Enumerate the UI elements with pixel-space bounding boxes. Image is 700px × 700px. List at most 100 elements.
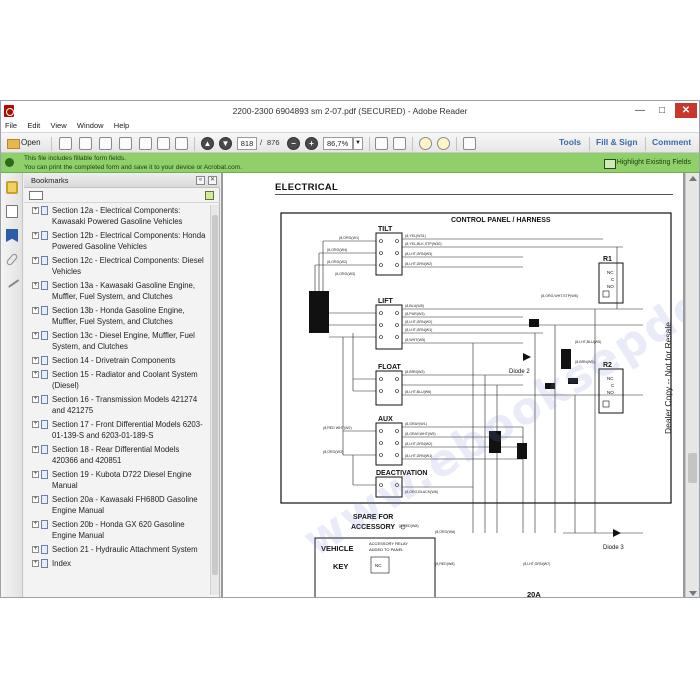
menu-window[interactable]: Window xyxy=(77,121,104,130)
expand-icon[interactable]: + xyxy=(32,521,39,528)
signature-icon[interactable] xyxy=(4,274,20,288)
bookmark-item[interactable]: + Section 13a - Kawasaki Gasoline Engine,… xyxy=(24,280,210,302)
email-icon[interactable] xyxy=(175,137,188,150)
expand-icon[interactable]: + xyxy=(32,371,39,378)
expand-icon[interactable]: + xyxy=(32,421,39,428)
bookmarks-icon[interactable] xyxy=(6,229,18,242)
menu-edit[interactable]: Edit xyxy=(27,121,40,130)
bookmark-label[interactable]: Section 18 - Rear Differential Models 42… xyxy=(52,445,179,465)
document-view[interactable]: ELECTRICAL CONTROL PANEL / HARNESS TILT … xyxy=(221,173,699,597)
zoom-dropdown-icon[interactable]: ▼ xyxy=(353,137,363,150)
highlight-icon[interactable] xyxy=(437,137,450,150)
save-icon[interactable] xyxy=(139,137,152,150)
comment-button[interactable]: Comment xyxy=(652,137,691,147)
zoom-input[interactable]: 86,7% xyxy=(323,137,353,150)
bookmark-item[interactable]: + Section 20a - Kawasaki FH680D Gasoline … xyxy=(24,494,210,516)
bookmark-label[interactable]: Section 12a - Electrical Components: Kaw… xyxy=(52,206,182,226)
cloud-upload-icon[interactable] xyxy=(119,137,132,150)
fill-sign-button[interactable]: Fill & Sign xyxy=(596,137,638,147)
expand-icon[interactable]: + xyxy=(32,546,39,553)
menu-file[interactable]: File xyxy=(5,121,17,130)
expand-icon[interactable] xyxy=(463,137,476,150)
bookmark-label[interactable]: Section 12b - Electrical Components: Hon… xyxy=(52,231,205,251)
edit-pdf-icon[interactable] xyxy=(79,137,92,150)
bookmark-label[interactable]: Section 20a - Kawasaki FH680D Gasoline E… xyxy=(52,495,198,515)
bookmarks-scrollbar[interactable] xyxy=(210,205,219,595)
expand-icon[interactable]: + xyxy=(32,471,39,478)
bookmark-label[interactable]: Section 17 - Front Differential Models 6… xyxy=(52,420,203,440)
bookmark-item[interactable]: + Section 16 - Transmission Models 421274… xyxy=(24,394,210,416)
document-scrollbar[interactable] xyxy=(685,173,699,597)
next-page-button[interactable]: ▼ xyxy=(219,137,232,150)
full-screen-icon[interactable] xyxy=(393,137,406,150)
bookmark-item[interactable]: + Section 12a - Electrical Components: Ka… xyxy=(24,205,210,227)
bookmark-label[interactable]: Section 15 - Radiator and Coolant System… xyxy=(52,370,198,390)
bookmark-item[interactable]: + Section 14 - Drivetrain Components xyxy=(24,355,210,366)
tools-button[interactable]: Tools xyxy=(559,137,581,147)
collapse-panel-icon[interactable]: « xyxy=(196,176,205,185)
notification-line1: This file includes fillable form fields. xyxy=(24,155,126,162)
menu-help[interactable]: Help xyxy=(114,121,129,130)
bookmark-label[interactable]: Index xyxy=(52,559,71,568)
bookmark-item[interactable]: + Section 19 - Kubota D722 Diesel Engine … xyxy=(24,469,210,491)
bookmark-label[interactable]: Section 13a - Kawasaki Gasoline Engine, … xyxy=(52,281,195,301)
scroll-up-arrow-icon[interactable] xyxy=(689,176,697,181)
comment-icon[interactable] xyxy=(419,137,432,150)
bookmark-item[interactable]: + Section 15 - Radiator and Coolant Syste… xyxy=(24,369,210,391)
expand-icon[interactable]: + xyxy=(32,282,39,289)
notification-line2: You can print the completed form and sav… xyxy=(24,164,242,171)
bookmark-page-icon xyxy=(41,370,48,379)
bookmark-label[interactable]: Section 20b - Honda GX 620 Gasoline Engi… xyxy=(52,520,185,540)
close-button[interactable]: ✕ xyxy=(675,103,697,118)
expand-icon[interactable]: + xyxy=(32,357,39,364)
previous-page-button[interactable]: ▲ xyxy=(201,137,214,150)
bookmark-label[interactable]: Section 13b - Honda Gasoline Engine, Muf… xyxy=(52,306,185,326)
relay-r1-c: C xyxy=(611,277,615,282)
close-panel-icon[interactable]: ✕ xyxy=(208,176,217,185)
scroll-down-arrow-icon[interactable] xyxy=(689,591,697,596)
zoom-out-button[interactable]: − xyxy=(287,137,300,150)
expand-icon[interactable]: + xyxy=(32,496,39,503)
bookmark-item[interactable]: + Section 13c - Diesel Engine, Muffler, F… xyxy=(24,330,210,352)
bookmark-label[interactable]: Section 12c - Electrical Components: Die… xyxy=(52,256,204,276)
page-thumbnails-icon[interactable] xyxy=(6,205,18,218)
print-icon[interactable] xyxy=(157,137,170,150)
attachment-icon[interactable] xyxy=(5,252,19,267)
bookmark-item[interactable]: + Index xyxy=(24,558,210,569)
expand-icon[interactable]: + xyxy=(32,257,39,264)
bookmark-item[interactable]: + Section 18 - Rear Differential Models 4… xyxy=(24,444,210,466)
sign-icon[interactable] xyxy=(99,137,112,150)
bookmark-label[interactable]: Section 21 - Hydraulic Attachment System xyxy=(52,545,198,554)
minimize-button[interactable]: — xyxy=(629,103,651,118)
expand-icon[interactable]: + xyxy=(32,560,39,567)
bookmark-label[interactable]: Section 19 - Kubota D722 Diesel Engine M… xyxy=(52,470,192,490)
zoom-in-button[interactable]: + xyxy=(305,137,318,150)
bookmark-item[interactable]: + Section 21 - Hydraulic Attachment Syste… xyxy=(24,544,210,555)
menu-view[interactable]: View xyxy=(51,121,67,130)
bookmark-label[interactable]: Section 13c - Diesel Engine, Muffler, Fu… xyxy=(52,331,195,351)
expand-icon[interactable]: + xyxy=(32,232,39,239)
highlight-fields-button[interactable]: Highlight Existing Fields xyxy=(603,159,691,169)
expand-icon[interactable]: + xyxy=(32,446,39,453)
bookmark-options-icon[interactable] xyxy=(29,191,43,200)
bookmark-item[interactable]: + Section 12b - Electrical Components: Ho… xyxy=(24,230,210,252)
expand-icon[interactable]: + xyxy=(32,207,39,214)
delete-bookmark-icon[interactable] xyxy=(205,191,214,200)
bookmark-item[interactable]: + Section 17 - Front Differential Models … xyxy=(24,419,210,441)
expand-icon[interactable]: + xyxy=(32,332,39,339)
fit-page-icon[interactable] xyxy=(375,137,388,150)
maximize-button[interactable]: □ xyxy=(651,103,673,118)
scrollbar-thumb[interactable] xyxy=(212,215,218,575)
create-pdf-icon[interactable] xyxy=(59,137,72,150)
bookmark-item[interactable]: + Section 12c - Electrical Components: Di… xyxy=(24,255,210,277)
expand-icon[interactable]: + xyxy=(32,307,39,314)
bookmark-item[interactable]: + Section 13b - Honda Gasoline Engine, Mu… xyxy=(24,305,210,327)
page-number-input[interactable]: 818 xyxy=(237,137,257,150)
open-button[interactable]: Open xyxy=(5,136,45,150)
bookmark-label[interactable]: Section 16 - Transmission Models 421274 … xyxy=(52,395,197,415)
expand-icon[interactable]: + xyxy=(32,396,39,403)
lock-icon[interactable] xyxy=(6,181,18,194)
scrollbar-thumb[interactable] xyxy=(688,453,697,483)
bookmark-item[interactable]: + Section 20b - Honda GX 620 Gasoline Eng… xyxy=(24,519,210,541)
bookmark-label[interactable]: Section 14 - Drivetrain Components xyxy=(52,356,176,365)
